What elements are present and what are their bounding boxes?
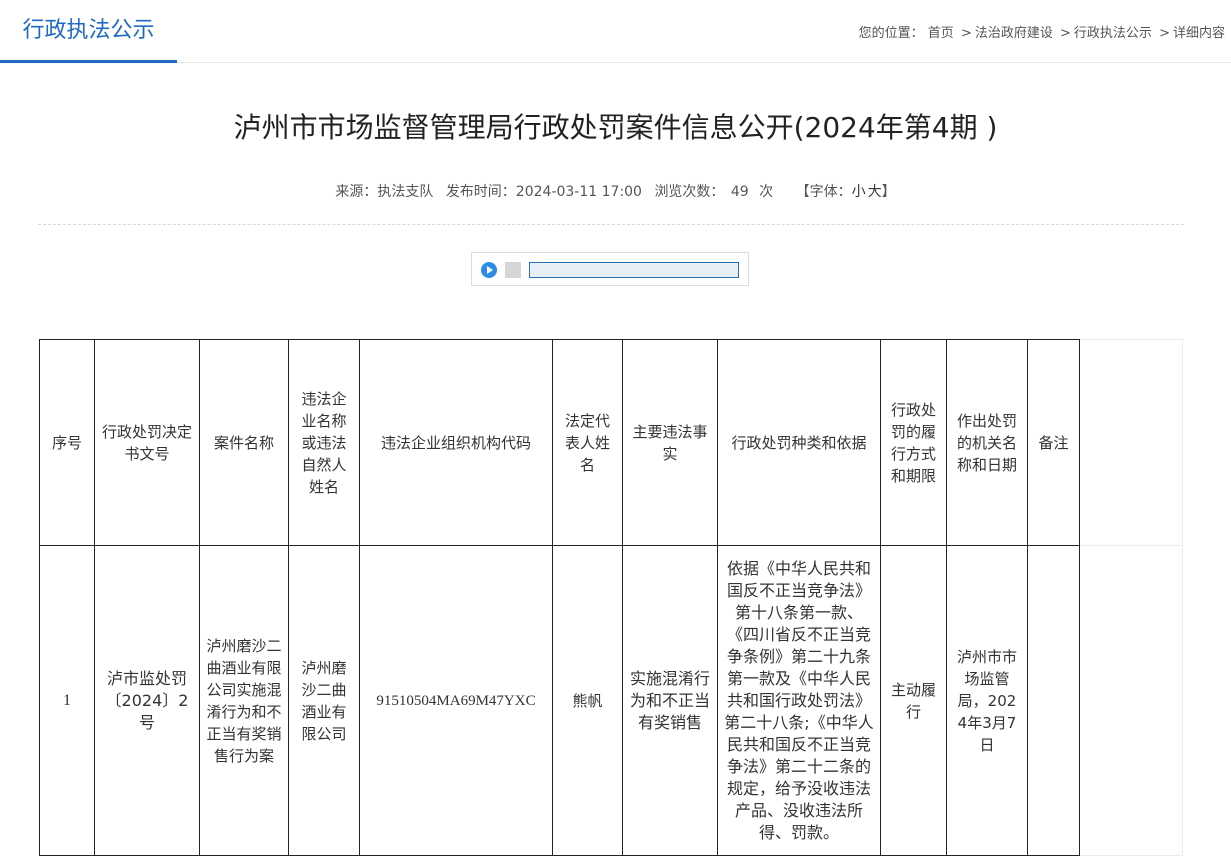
font-size-open: 【字体： [795,184,852,200]
breadcrumb: 您的位置： 首页 > 法治政府建设 > 行政执法公示 > 详细内容 [859,24,1225,44]
stop-icon[interactable] [505,262,521,278]
cell-performance: 主动履行 [880,545,947,856]
font-large-link[interactable]: 大 [868,184,882,200]
view-count-unit: 次 [759,184,774,200]
header-party: 违法企业名称或违法自然人姓名 [288,339,360,546]
article-meta: 来源：执法支队 发布时间：2024-03-11 17:00 浏览次数： 49 次… [0,182,1231,202]
header-case-name: 案件名称 [199,339,289,546]
cell-decision-no: 泸市监处罚〔2024〕2号 [94,545,200,856]
audio-progress-bar[interactable] [529,262,739,278]
cell-party: 泸州磨沙二曲酒业有限公司 [288,545,360,856]
cell-remark [1027,545,1080,856]
breadcrumb-law-gov-link[interactable]: 法治政府建设 [975,26,1053,41]
breadcrumb-separator: > [960,26,972,41]
table-header-row: 序号 行政处罚决定书文号 案件名称 违法企业名称或违法自然人姓名 违法企业组织机… [39,339,1080,546]
breadcrumb-separator: > [1060,26,1071,41]
penalty-table: 序号 行政处罚决定书文号 案件名称 违法企业名称或违法自然人姓名 违法企业组织机… [39,339,1080,856]
font-size-control: 【字体：小 大】 [796,184,896,200]
audio-player [471,252,749,286]
source-label: 来源：执法支队 [335,184,434,200]
table-overflow-border [1079,339,1183,856]
breadcrumb-enforcement-link[interactable]: 行政执法公示 [1074,26,1152,41]
font-size-close: 】 [881,184,896,200]
breadcrumb-prefix: 您的位置： [858,26,924,41]
cell-org-code: 91510504MA69M47YXC [359,545,553,856]
top-bar: 行政执法公示 您的位置： 首页 > 法治政府建设 > 行政执法公示 > 详细内容 [0,0,1231,63]
header-seq: 序号 [39,339,95,546]
header-facts: 主要违法事实 [622,339,718,546]
header-remark: 备注 [1027,339,1080,546]
cell-legal-rep: 熊帆 [552,545,623,856]
publish-time: 发布时间：2024-03-11 17:00 [445,184,642,200]
breadcrumb-separator: > [1159,26,1170,41]
header-org-code: 违法企业组织机构代码 [359,339,553,546]
divider [38,224,1184,225]
play-icon[interactable] [481,262,497,278]
cell-authority: 泸州市市场监管局，2024年3月7日 [946,545,1028,856]
view-count: 浏览次数： 49 次 [654,184,773,200]
cell-seq: 1 [39,545,95,856]
font-small-link[interactable]: 小 [852,184,866,200]
cell-case-name: 泸州磨沙二曲酒业有限公司实施混淆行为和不正当有奖销售行为案 [199,545,289,856]
view-count-value: 49 [730,184,749,200]
header-decision-no: 行政处罚决定书文号 [94,339,200,546]
header-legal-rep: 法定代表人姓名 [552,339,623,546]
section-tab[interactable]: 行政执法公示 [0,0,177,63]
cell-basis: 依据《中华人民共和国反不正当竞争法》第十八条第一款、《四川省反不正当竞争条例》第… [717,545,881,856]
header-performance: 行政处罚的履行方式和期限 [880,339,947,546]
view-count-label: 浏览次数： [654,184,725,200]
header-authority: 作出处罚的机关名称和日期 [946,339,1028,546]
breadcrumb-current: 详细内容 [1172,26,1225,41]
page-title: 泸州市市场监督管理局行政处罚案件信息公开(2024年第4期 ) [233,111,998,144]
header-basis: 行政处罚种类和依据 [717,339,881,546]
breadcrumb-home-link[interactable]: 首页 [928,26,954,41]
table-row: 1 泸市监处罚〔2024〕2号 泸州磨沙二曲酒业有限公司实施混淆行为和不正当有奖… [39,545,1080,856]
cell-facts: 实施混淆行为和不正当有奖销售 [622,545,718,856]
